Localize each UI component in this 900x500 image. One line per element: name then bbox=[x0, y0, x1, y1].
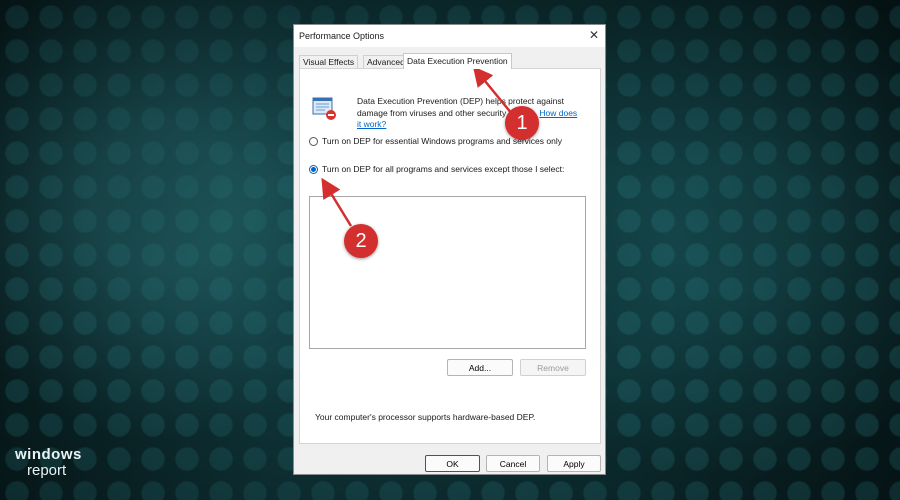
annotation-arrows bbox=[321, 66, 513, 227]
tab-data-execution-prevention[interactable]: Data Execution Prevention bbox=[403, 53, 512, 69]
annotation-marker-2: 2 bbox=[344, 224, 378, 258]
logo-line-1: windows bbox=[15, 446, 82, 463]
arrow-to-dep-tab bbox=[472, 66, 513, 115]
arrow-to-radio-all-programs bbox=[321, 177, 353, 227]
annotation-marker-1: 1 bbox=[505, 106, 539, 140]
windows-report-logo: windows report bbox=[15, 446, 82, 479]
logo-line-2: report bbox=[27, 462, 67, 479]
